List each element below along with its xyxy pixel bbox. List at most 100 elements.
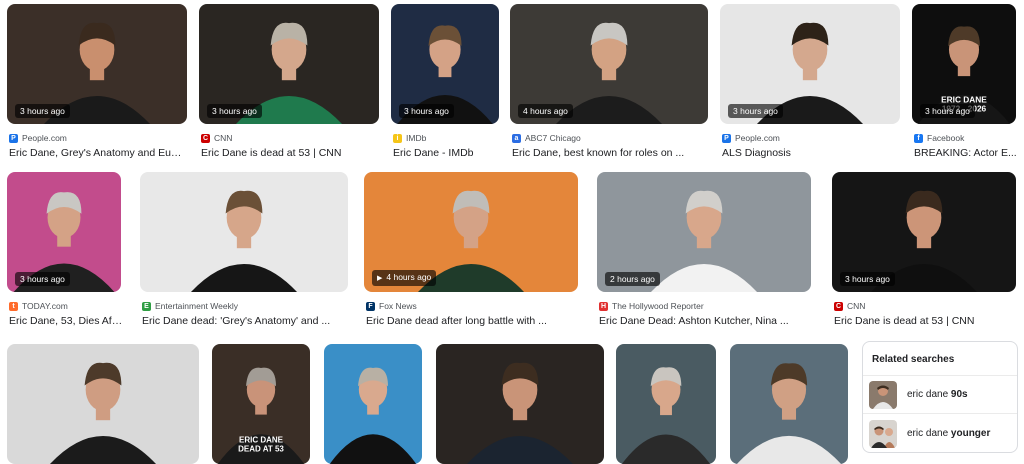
source-name: Fox News	[379, 301, 417, 311]
image-thumbnail[interactable]: ERIC DANE1972 - 20263 hours ago	[912, 4, 1016, 124]
timestamp-text: 3 hours ago	[212, 106, 257, 116]
related-thumbnail	[869, 381, 897, 409]
image-title[interactable]: Eric Dane dead: 'Grey's Anatomy' and ...	[142, 315, 348, 327]
image-title[interactable]: Eric Dane Dead: Ashton Kutcher, Nina ...	[599, 315, 811, 327]
source-label: F Fox News	[366, 301, 417, 311]
image-result[interactable]: 3 hours ago P People.com ALS Diagnosis	[720, 4, 900, 159]
image-title[interactable]: Eric Dane, 53, Dies Aft...	[9, 315, 123, 327]
related-search-item[interactable]: eric dane younger	[867, 418, 1013, 450]
image-result[interactable]: 4 hours ago a ABC7 Chicago Eric Dane, bes…	[510, 4, 708, 159]
image-result[interactable]: 2 hours ago H The Hollywood Reporter Eric…	[597, 172, 811, 327]
image-result[interactable]: E Entertainment Weekly Eric Dane dead: 'G…	[140, 172, 348, 327]
photo-portrait	[730, 344, 848, 464]
image-thumbnail[interactable]	[324, 344, 422, 464]
related-search-prefix: eric dane	[907, 428, 951, 439]
source-name: ABC7 Chicago	[525, 133, 581, 143]
image-thumbnail[interactable]	[436, 344, 604, 464]
image-result[interactable]	[616, 344, 716, 464]
image-thumbnail[interactable]: 3 hours ago	[7, 172, 121, 292]
photo-portrait	[324, 344, 422, 464]
image-result[interactable]: ▶ 4 hours ago F Fox News Eric Dane dead af…	[364, 172, 578, 327]
photo-portrait: ERIC DANEDEAD AT 53	[212, 344, 310, 464]
source-label: a ABC7 Chicago	[512, 133, 581, 143]
image-result[interactable]: 3 hours ago C CNN Eric Dane is dead at 53…	[199, 4, 379, 159]
timestamp-text: 2 hours ago	[610, 274, 655, 284]
image-thumbnail[interactable]: 4 hours ago	[510, 4, 708, 124]
source-label: C CNN	[834, 301, 865, 311]
timestamp-text: 3 hours ago	[404, 106, 449, 116]
image-result[interactable]: ERIC DANE1972 - 20263 hours ago f Faceboo…	[912, 4, 1018, 159]
site-favicon-icon: f	[914, 133, 923, 143]
timestamp-badge: 3 hours ago	[840, 272, 895, 286]
related-search-label: eric dane 90s	[907, 389, 968, 400]
related-searches-panel: Related searches eric dane 90s eric dane…	[862, 341, 1018, 453]
image-thumbnail[interactable]	[140, 172, 348, 292]
related-search-keyword: 90s	[950, 389, 968, 400]
timestamp-badge: 3 hours ago	[207, 104, 262, 118]
site-favicon-icon: P	[9, 133, 18, 143]
image-title[interactable]: Eric Dane is dead at 53 | CNN	[201, 147, 379, 159]
image-thumbnail[interactable]: 3 hours ago	[391, 4, 499, 124]
source-name: CNN	[847, 301, 866, 311]
image-thumbnail[interactable]: 3 hours ago	[720, 4, 900, 124]
site-favicon-icon: C	[201, 133, 210, 143]
timestamp-text: 4 hours ago	[523, 106, 568, 116]
image-title[interactable]: Eric Dane, best known for roles on ...	[512, 147, 708, 159]
timestamp-badge: 2 hours ago	[605, 272, 660, 286]
image-title[interactable]: Eric Dane dead after long battle with ..…	[366, 315, 578, 327]
source-label: H The Hollywood Reporter	[599, 301, 704, 311]
source-name: CNN	[214, 133, 233, 143]
image-thumbnail[interactable]	[616, 344, 716, 464]
image-result[interactable]: 3 hours ago P People.com Eric Dane, Grey'…	[7, 4, 187, 159]
photo-portrait	[436, 344, 604, 464]
image-thumbnail[interactable]: ERIC DANE DEAD AT 53	[212, 344, 310, 464]
source-label: P People.com	[722, 133, 780, 143]
related-search-item[interactable]: eric dane 90s	[867, 379, 1013, 411]
timestamp-badge: ▶ 4 hours ago	[372, 270, 437, 286]
related-search-prefix: eric dane	[907, 389, 951, 400]
image-result[interactable]	[324, 344, 422, 464]
image-thumbnail[interactable]: 3 hours ago	[199, 4, 379, 124]
image-result[interactable]: ERIC DANE DEAD AT 53	[212, 344, 310, 464]
image-title[interactable]: Eric Dane, Grey's Anatomy and Euph...	[9, 147, 187, 159]
related-search-label: eric dane younger	[907, 428, 990, 439]
image-result[interactable]	[436, 344, 604, 464]
source-name: Facebook	[927, 133, 965, 143]
source-name: People.com	[22, 133, 67, 143]
image-thumbnail[interactable]	[7, 344, 199, 464]
image-thumbnail[interactable]: 3 hours ago	[832, 172, 1016, 292]
image-result[interactable]: 3 hours ago i IMDb Eric Dane - IMDb	[391, 4, 499, 159]
image-thumbnail[interactable]: 2 hours ago	[597, 172, 811, 292]
site-favicon-icon: C	[834, 301, 843, 311]
source-label: C CNN	[201, 133, 232, 143]
photo-portrait	[140, 172, 348, 292]
source-label: i IMDb	[393, 133, 426, 143]
source-name: Entertainment Weekly	[155, 301, 238, 311]
image-thumbnail[interactable]	[730, 344, 848, 464]
timestamp-badge: 3 hours ago	[399, 104, 454, 118]
site-favicon-icon: a	[512, 133, 521, 143]
timestamp-text: 3 hours ago	[20, 274, 65, 284]
timestamp-text: 3 hours ago	[845, 274, 890, 284]
image-title[interactable]: Eric Dane - IMDb	[393, 147, 499, 159]
source-name: IMDb	[406, 133, 427, 143]
image-result[interactable]: 3 hours ago C CNN Eric Dane is dead at 53…	[832, 172, 1016, 327]
image-thumbnail[interactable]: ▶ 4 hours ago	[364, 172, 578, 292]
image-thumbnail[interactable]: 3 hours ago	[7, 4, 187, 124]
site-favicon-icon: t	[9, 301, 18, 311]
image-result[interactable]	[730, 344, 848, 464]
timestamp-badge: 3 hours ago	[728, 104, 783, 118]
timestamp-badge: 3 hours ago	[15, 272, 70, 286]
timestamp-text: 4 hours ago	[386, 272, 432, 282]
timestamp-badge: 3 hours ago	[920, 104, 975, 118]
image-title[interactable]: BREAKING: Actor E...	[914, 147, 1018, 159]
image-title[interactable]: ALS Diagnosis	[722, 147, 900, 159]
source-label: t TODAY.com	[9, 301, 68, 311]
site-favicon-icon: E	[142, 301, 151, 311]
image-title[interactable]: Eric Dane is dead at 53 | CNN	[834, 315, 1016, 327]
image-result[interactable]: 3 hours ago t TODAY.com Eric Dane, 53, Di…	[7, 172, 123, 327]
image-result[interactable]	[7, 344, 199, 464]
divider	[863, 413, 1017, 414]
site-favicon-icon: F	[366, 301, 375, 311]
source-name: TODAY.com	[22, 301, 68, 311]
